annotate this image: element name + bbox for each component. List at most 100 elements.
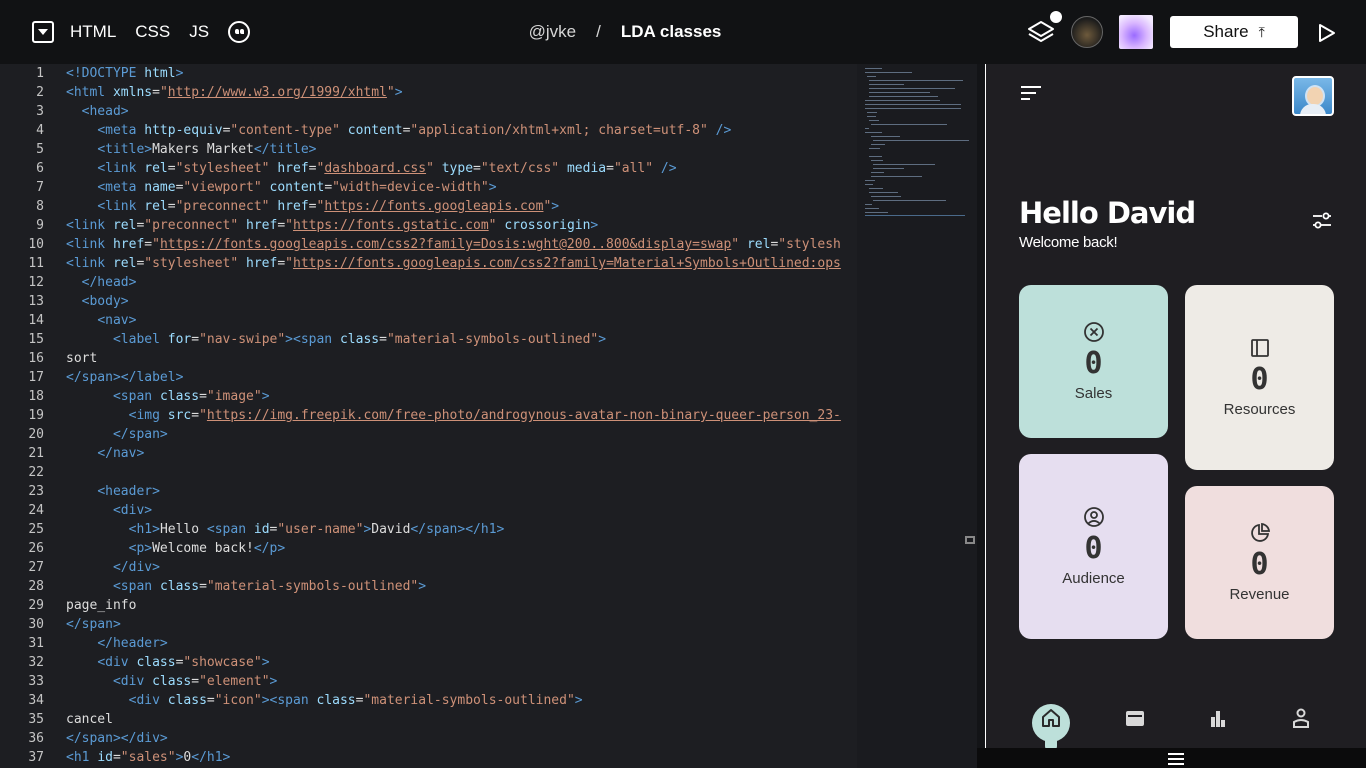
- code-line[interactable]: 5 <title>Makers Market</title>: [0, 140, 857, 159]
- revenue-label: Revenue: [1229, 586, 1290, 603]
- line-number: 12: [28, 275, 44, 290]
- code-line[interactable]: 16 sort: [0, 349, 857, 368]
- line-code: </div>: [112, 560, 160, 575]
- profile-avatar[interactable]: [1292, 76, 1334, 116]
- code-line[interactable]: 12 </head>: [0, 273, 857, 292]
- line-code: <html xmlns="http://www.w3.org/1999/xhtm…: [66, 85, 403, 100]
- code-line[interactable]: 6 <link rel="stylesheet" href="dashboard…: [0, 159, 857, 178]
- card-audience[interactable]: 0 Audience: [1019, 454, 1168, 639]
- code-line[interactable]: 10 <link href="https://fonts.googleapis.c…: [0, 235, 857, 254]
- sales-value: 0: [1084, 346, 1103, 381]
- code-line[interactable]: 13 <body>: [0, 292, 857, 311]
- minimap-line: [871, 160, 884, 161]
- upload-arrow-icon: ⤒: [1258, 23, 1265, 40]
- status-bar: [977, 748, 1366, 768]
- code-line[interactable]: 22: [0, 463, 857, 482]
- minimap-line: [873, 168, 904, 169]
- code-line[interactable]: 15 <label for="nav-swipe"><span class="m…: [0, 330, 857, 349]
- code-line[interactable]: 31 </header>: [0, 634, 857, 653]
- code-line[interactable]: 21 </nav>: [0, 444, 857, 463]
- minimap-line: [867, 116, 876, 117]
- code-line[interactable]: 28 <span class="material-symbols-outline…: [0, 577, 857, 596]
- code-line[interactable]: 23 <header>: [0, 482, 857, 501]
- code-line[interactable]: 11 <link rel="stylesheet" href="https://f…: [0, 254, 857, 273]
- code-line[interactable]: 1 <!DOCTYPE html>: [0, 64, 857, 83]
- code-line[interactable]: 4 <meta http-equiv="content-type" conten…: [0, 121, 857, 140]
- share-button[interactable]: Share ⤒: [1170, 16, 1298, 48]
- line-code: <span class="image">: [112, 389, 270, 404]
- sort-icon[interactable]: [1021, 86, 1041, 102]
- code-line[interactable]: 37 <h1 id="sales">0</h1>: [0, 748, 857, 767]
- code-editor[interactable]: 1 <!DOCTYPE html> 2 <html xmlns="http://www…: [0, 64, 857, 768]
- resize-handle[interactable]: [965, 536, 975, 544]
- minimap-line: [865, 204, 872, 205]
- menu-icon[interactable]: [1168, 753, 1184, 768]
- line-code: </span>: [112, 427, 168, 442]
- code-line[interactable]: 9 <link rel="preconnect" href="https://fo…: [0, 216, 857, 235]
- minimap-line: [865, 128, 870, 129]
- code-line[interactable]: 25 <h1>Hello <span id="user-name">David<…: [0, 520, 857, 539]
- code-line[interactable]: 35 cancel: [0, 710, 857, 729]
- line-number: 26: [28, 541, 44, 556]
- code-line[interactable]: 33 <div class="element">: [0, 672, 857, 691]
- line-code: <link rel="preconnect" href="https://fon…: [97, 199, 560, 214]
- top-bar: HTML CSS JS @jvke / LDA classes Share ⤒: [0, 0, 1366, 64]
- line-code: <head>: [81, 104, 129, 119]
- minimap-line: [865, 104, 961, 105]
- line-number: 31: [28, 636, 44, 651]
- line-number: 7: [36, 180, 44, 195]
- line-number: 35: [28, 712, 44, 727]
- code-line[interactable]: 17 </span></label>: [0, 368, 857, 387]
- minimap-line: [873, 140, 969, 141]
- line-code: </header>: [97, 636, 168, 651]
- line-code: <p>Welcome back!</p>: [128, 541, 286, 556]
- code-line[interactable]: 36 </span></div>: [0, 729, 857, 748]
- breadcrumb-separator: /: [596, 22, 601, 41]
- line-number: 21: [28, 446, 44, 461]
- layers-icon[interactable]: [1026, 11, 1062, 47]
- home-icon[interactable]: [1039, 706, 1063, 730]
- project-owner[interactable]: @jvke: [529, 22, 577, 42]
- line-number: 29: [28, 598, 44, 613]
- code-line[interactable]: 34 <div class="icon"><span class="materi…: [0, 691, 857, 710]
- person-icon[interactable]: [1289, 706, 1313, 730]
- audience-value: 0: [1084, 531, 1103, 566]
- line-code: <div class="showcase">: [97, 655, 270, 670]
- run-play-icon[interactable]: [1318, 23, 1336, 42]
- minimap[interactable]: [857, 64, 977, 768]
- code-line[interactable]: 29 page_info: [0, 596, 857, 615]
- code-line[interactable]: 8 <link rel="preconnect" href="https://f…: [0, 197, 857, 216]
- code-line[interactable]: 20 </span>: [0, 425, 857, 444]
- bar-chart-icon[interactable]: [1206, 706, 1230, 730]
- code-line[interactable]: 7 <meta name="viewport" content="width=d…: [0, 178, 857, 197]
- code-line[interactable]: 30 </span>: [0, 615, 857, 634]
- page-info-icon[interactable]: [1312, 212, 1332, 230]
- project-thumbnail[interactable]: [1119, 15, 1153, 49]
- code-line[interactable]: 3 <head>: [0, 102, 857, 121]
- code-line[interactable]: 27 </div>: [0, 558, 857, 577]
- line-number: 22: [28, 465, 44, 480]
- code-line[interactable]: 18 <span class="image">: [0, 387, 857, 406]
- minimap-line: [865, 72, 913, 73]
- card-resources[interactable]: 0 Resources: [1185, 285, 1334, 470]
- line-number: 34: [28, 693, 44, 708]
- card-sales[interactable]: 0 Sales: [1019, 285, 1168, 438]
- greeting-heading: Hello David: [1019, 196, 1196, 230]
- code-line[interactable]: 26 <p>Welcome back!</p>: [0, 539, 857, 558]
- minimap-line: [869, 88, 955, 89]
- project-title[interactable]: LDA classes: [621, 22, 721, 42]
- code-line[interactable]: 2 <html xmlns="http://www.w3.org/1999/xht…: [0, 83, 857, 102]
- resources-label: Resources: [1223, 401, 1296, 418]
- line-code: </span>: [66, 617, 121, 632]
- code-line[interactable]: 19 <img src="https://img.freepik.com/fre…: [0, 406, 857, 425]
- code-line[interactable]: 24 <div>: [0, 501, 857, 520]
- minimap-viewport[interactable]: [865, 66, 969, 216]
- user-avatar[interactable]: [1071, 16, 1103, 48]
- wallet-icon[interactable]: [1123, 706, 1147, 730]
- card-revenue[interactable]: 0 Revenue: [1185, 486, 1334, 639]
- minimap-line: [873, 164, 935, 165]
- line-code: <link rel="stylesheet" href="dashboard.c…: [97, 161, 677, 176]
- line-number: 5: [36, 142, 44, 157]
- code-line[interactable]: 14 <nav>: [0, 311, 857, 330]
- code-line[interactable]: 32 <div class="showcase">: [0, 653, 857, 672]
